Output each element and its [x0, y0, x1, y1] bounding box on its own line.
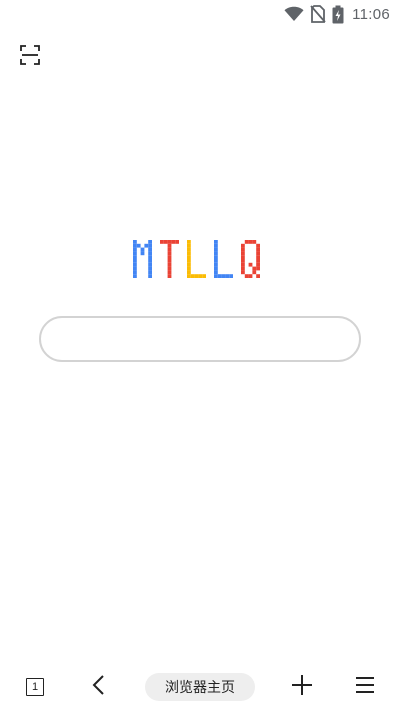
- new-tab-button[interactable]: [285, 670, 319, 704]
- bottom-toolbar: 1 浏览器主页: [0, 663, 400, 711]
- logo-letter-l: [214, 240, 233, 278]
- logo-letter-q: [241, 240, 260, 278]
- status-bar: 11:06: [0, 0, 400, 28]
- wifi-icon: [284, 6, 304, 22]
- back-button[interactable]: [82, 670, 116, 704]
- menu-icon: [355, 676, 375, 698]
- search-input[interactable]: [59, 317, 341, 361]
- status-time: 11:06: [352, 5, 390, 23]
- home-button[interactable]: 浏览器主页: [145, 673, 255, 701]
- menu-button[interactable]: [348, 670, 382, 704]
- tabs-icon: 1: [26, 678, 44, 696]
- scan-button[interactable]: [19, 45, 41, 69]
- logo-pixel-text: [133, 240, 260, 278]
- back-icon: [91, 674, 107, 700]
- logo-letter-l: [187, 240, 206, 278]
- home-label: 浏览器主页: [165, 680, 235, 696]
- tabs-button[interactable]: 1: [18, 670, 52, 704]
- browser-home-screen: 11:06 1 浏览器主页: [0, 0, 400, 711]
- browser-logo: [0, 240, 400, 280]
- battery-charging-icon: [332, 5, 344, 24]
- logo-letter-m: [133, 240, 152, 278]
- logo-letter-t: [160, 240, 179, 278]
- scan-qr-icon: [20, 45, 40, 69]
- add-icon: [291, 674, 313, 700]
- search-box[interactable]: [39, 316, 361, 362]
- no-sim-icon: [310, 5, 326, 23]
